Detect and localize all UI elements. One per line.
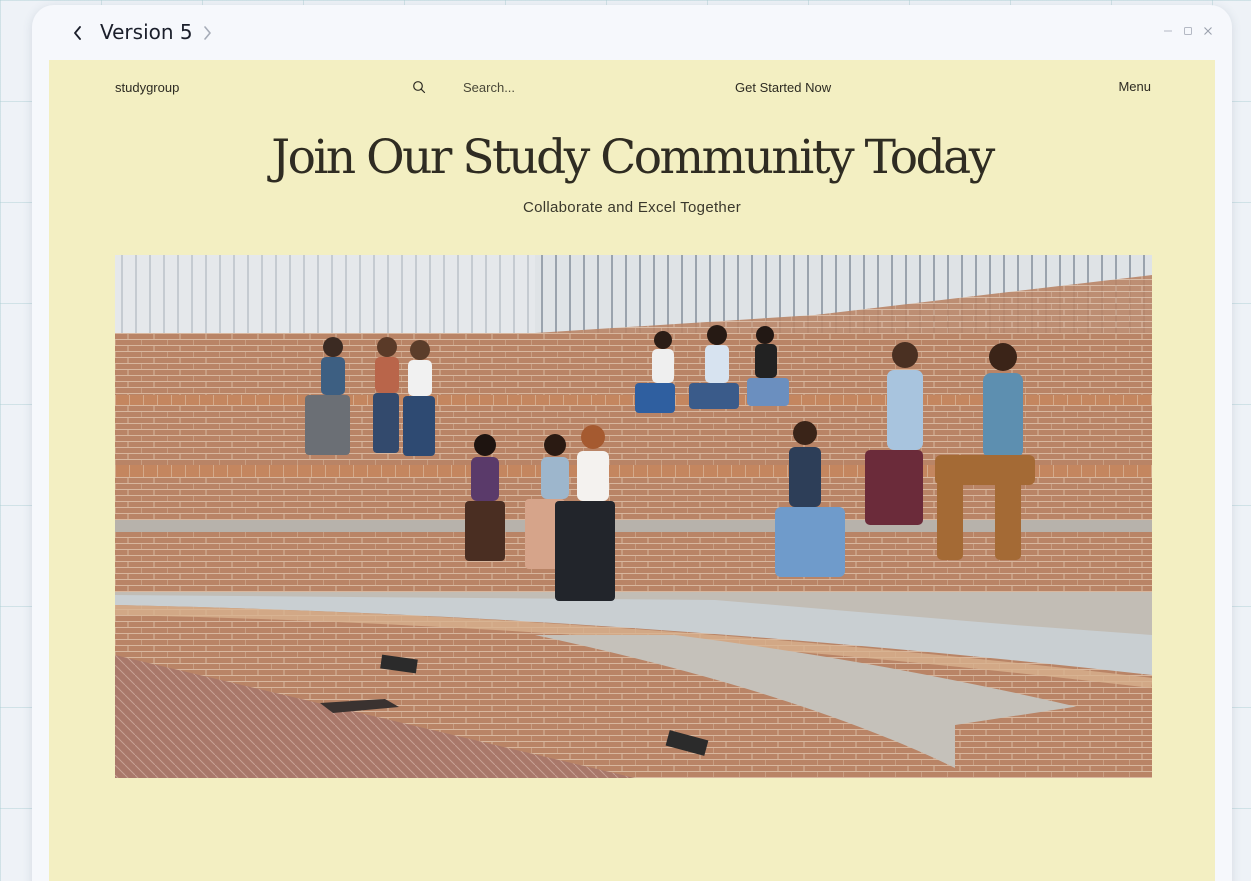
hero-title: Join Our Study Community Today	[271, 130, 995, 185]
hero-image	[115, 255, 1152, 778]
chevron-left-icon	[74, 26, 81, 40]
search-icon[interactable]	[412, 80, 426, 94]
close-button[interactable]	[1202, 25, 1214, 37]
get-started-link[interactable]: Get Started Now	[735, 80, 831, 95]
site-header: studygroup Get Started Now Menu	[49, 60, 1215, 110]
hero-photo	[115, 255, 1152, 778]
search-input[interactable]	[463, 76, 643, 98]
titlebar: Version 5	[32, 5, 1232, 60]
hero-subtitle: Collaborate and Excel Together	[522, 199, 742, 216]
version-title: Version 5	[100, 20, 193, 44]
back-button[interactable]	[68, 22, 88, 44]
menu-button[interactable]: Menu	[1118, 79, 1151, 94]
maximize-button[interactable]	[1182, 25, 1194, 37]
brand-logo[interactable]: studygroup	[115, 80, 179, 95]
app-window: Version 5 studygroup Get	[32, 5, 1232, 881]
window-controls	[1162, 25, 1214, 37]
minimize-button[interactable]	[1162, 25, 1174, 37]
forward-button[interactable]	[197, 22, 217, 44]
maximize-icon	[1184, 27, 1192, 35]
site-preview: studygroup Get Started Now Menu Join Our…	[49, 60, 1215, 881]
chevron-right-icon	[204, 26, 211, 40]
close-icon	[1204, 27, 1212, 35]
minimize-icon	[1164, 30, 1172, 32]
